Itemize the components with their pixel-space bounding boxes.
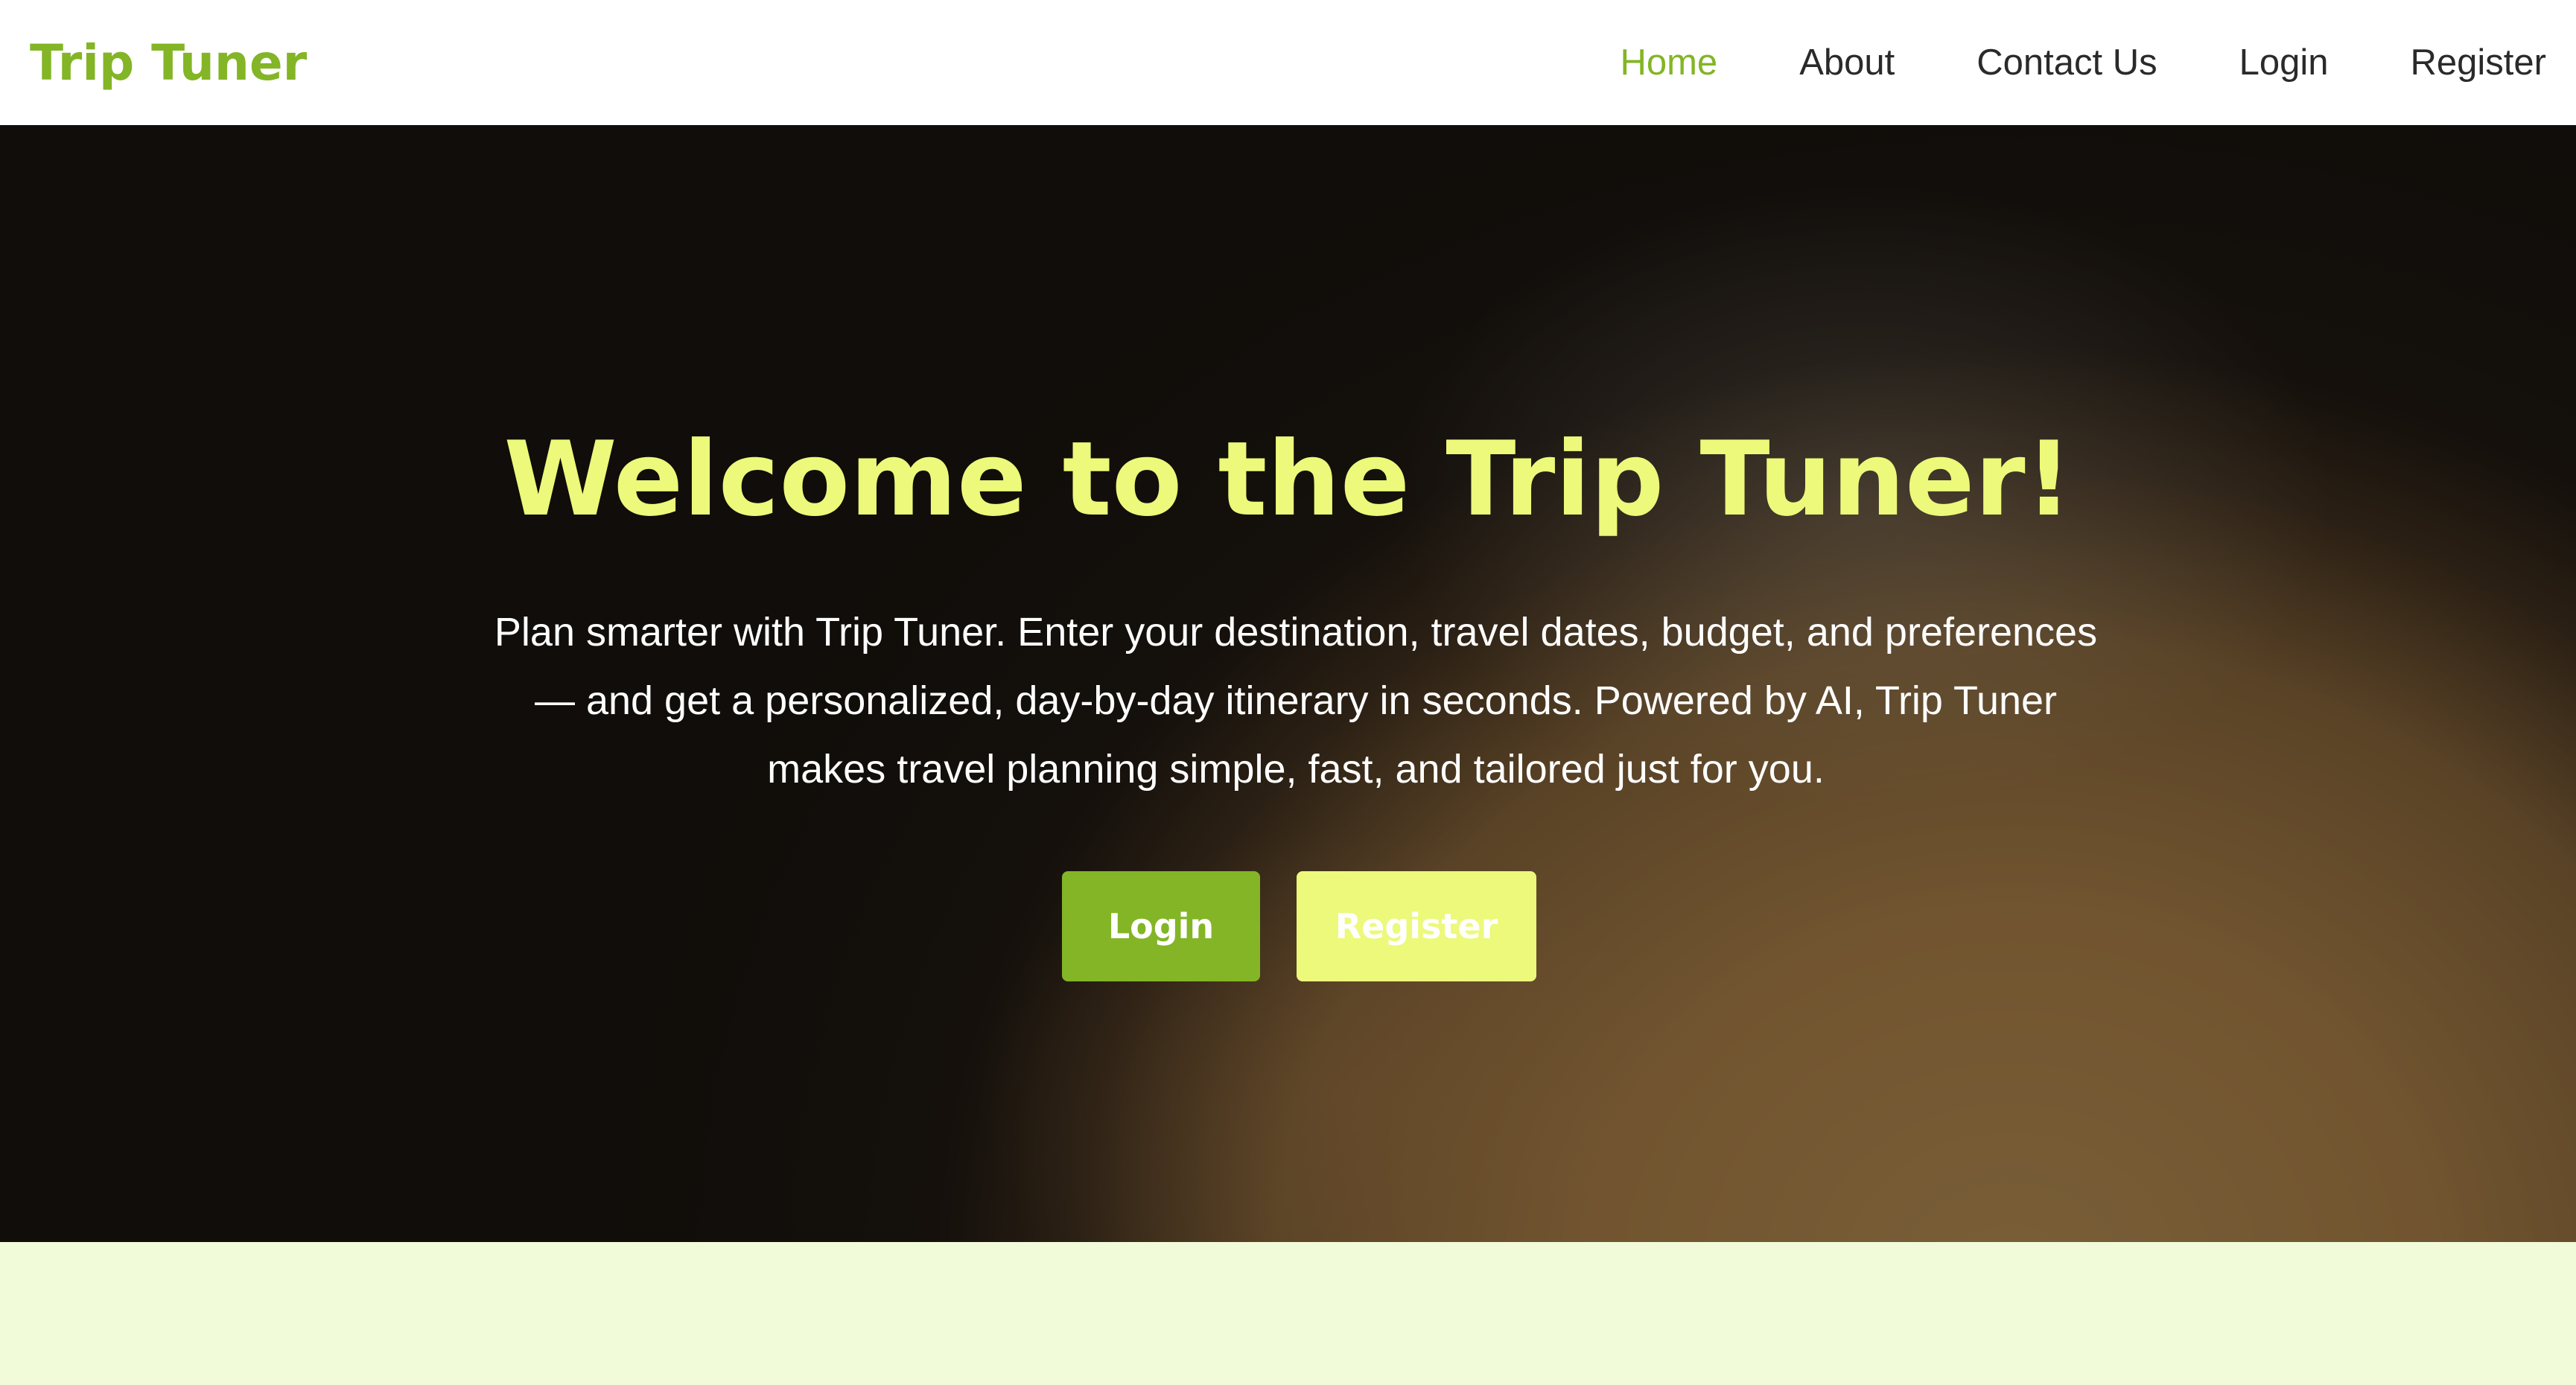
hero-register-button[interactable]: Register bbox=[1297, 871, 1536, 981]
nav-home-link[interactable]: Home bbox=[1620, 42, 1717, 83]
nav-about-link[interactable]: About bbox=[1799, 42, 1895, 83]
nav-login-link[interactable]: Login bbox=[2239, 42, 2329, 83]
hero-login-button[interactable]: Login bbox=[1062, 871, 1260, 981]
hero-content: Welcome to the Trip Tuner! Plan smarter … bbox=[0, 125, 2576, 1242]
top-navbar: Trip Tuner Home About Contact Us Login R… bbox=[0, 0, 2576, 125]
brand-logo[interactable]: Trip Tuner bbox=[30, 34, 307, 92]
nav-register-link[interactable]: Register bbox=[2411, 42, 2546, 83]
hero-description: Plan smarter with Trip Tuner. Enter your… bbox=[494, 610, 2098, 792]
nav-links: Home About Contact Us Login Register bbox=[1538, 42, 2546, 83]
nav-contact-link[interactable]: Contact Us bbox=[1976, 42, 2157, 83]
hero-title: Welcome to the Trip Tuner! bbox=[503, 419, 2073, 539]
hero-section: Welcome to the Trip Tuner! Plan smarter … bbox=[0, 125, 2576, 1242]
